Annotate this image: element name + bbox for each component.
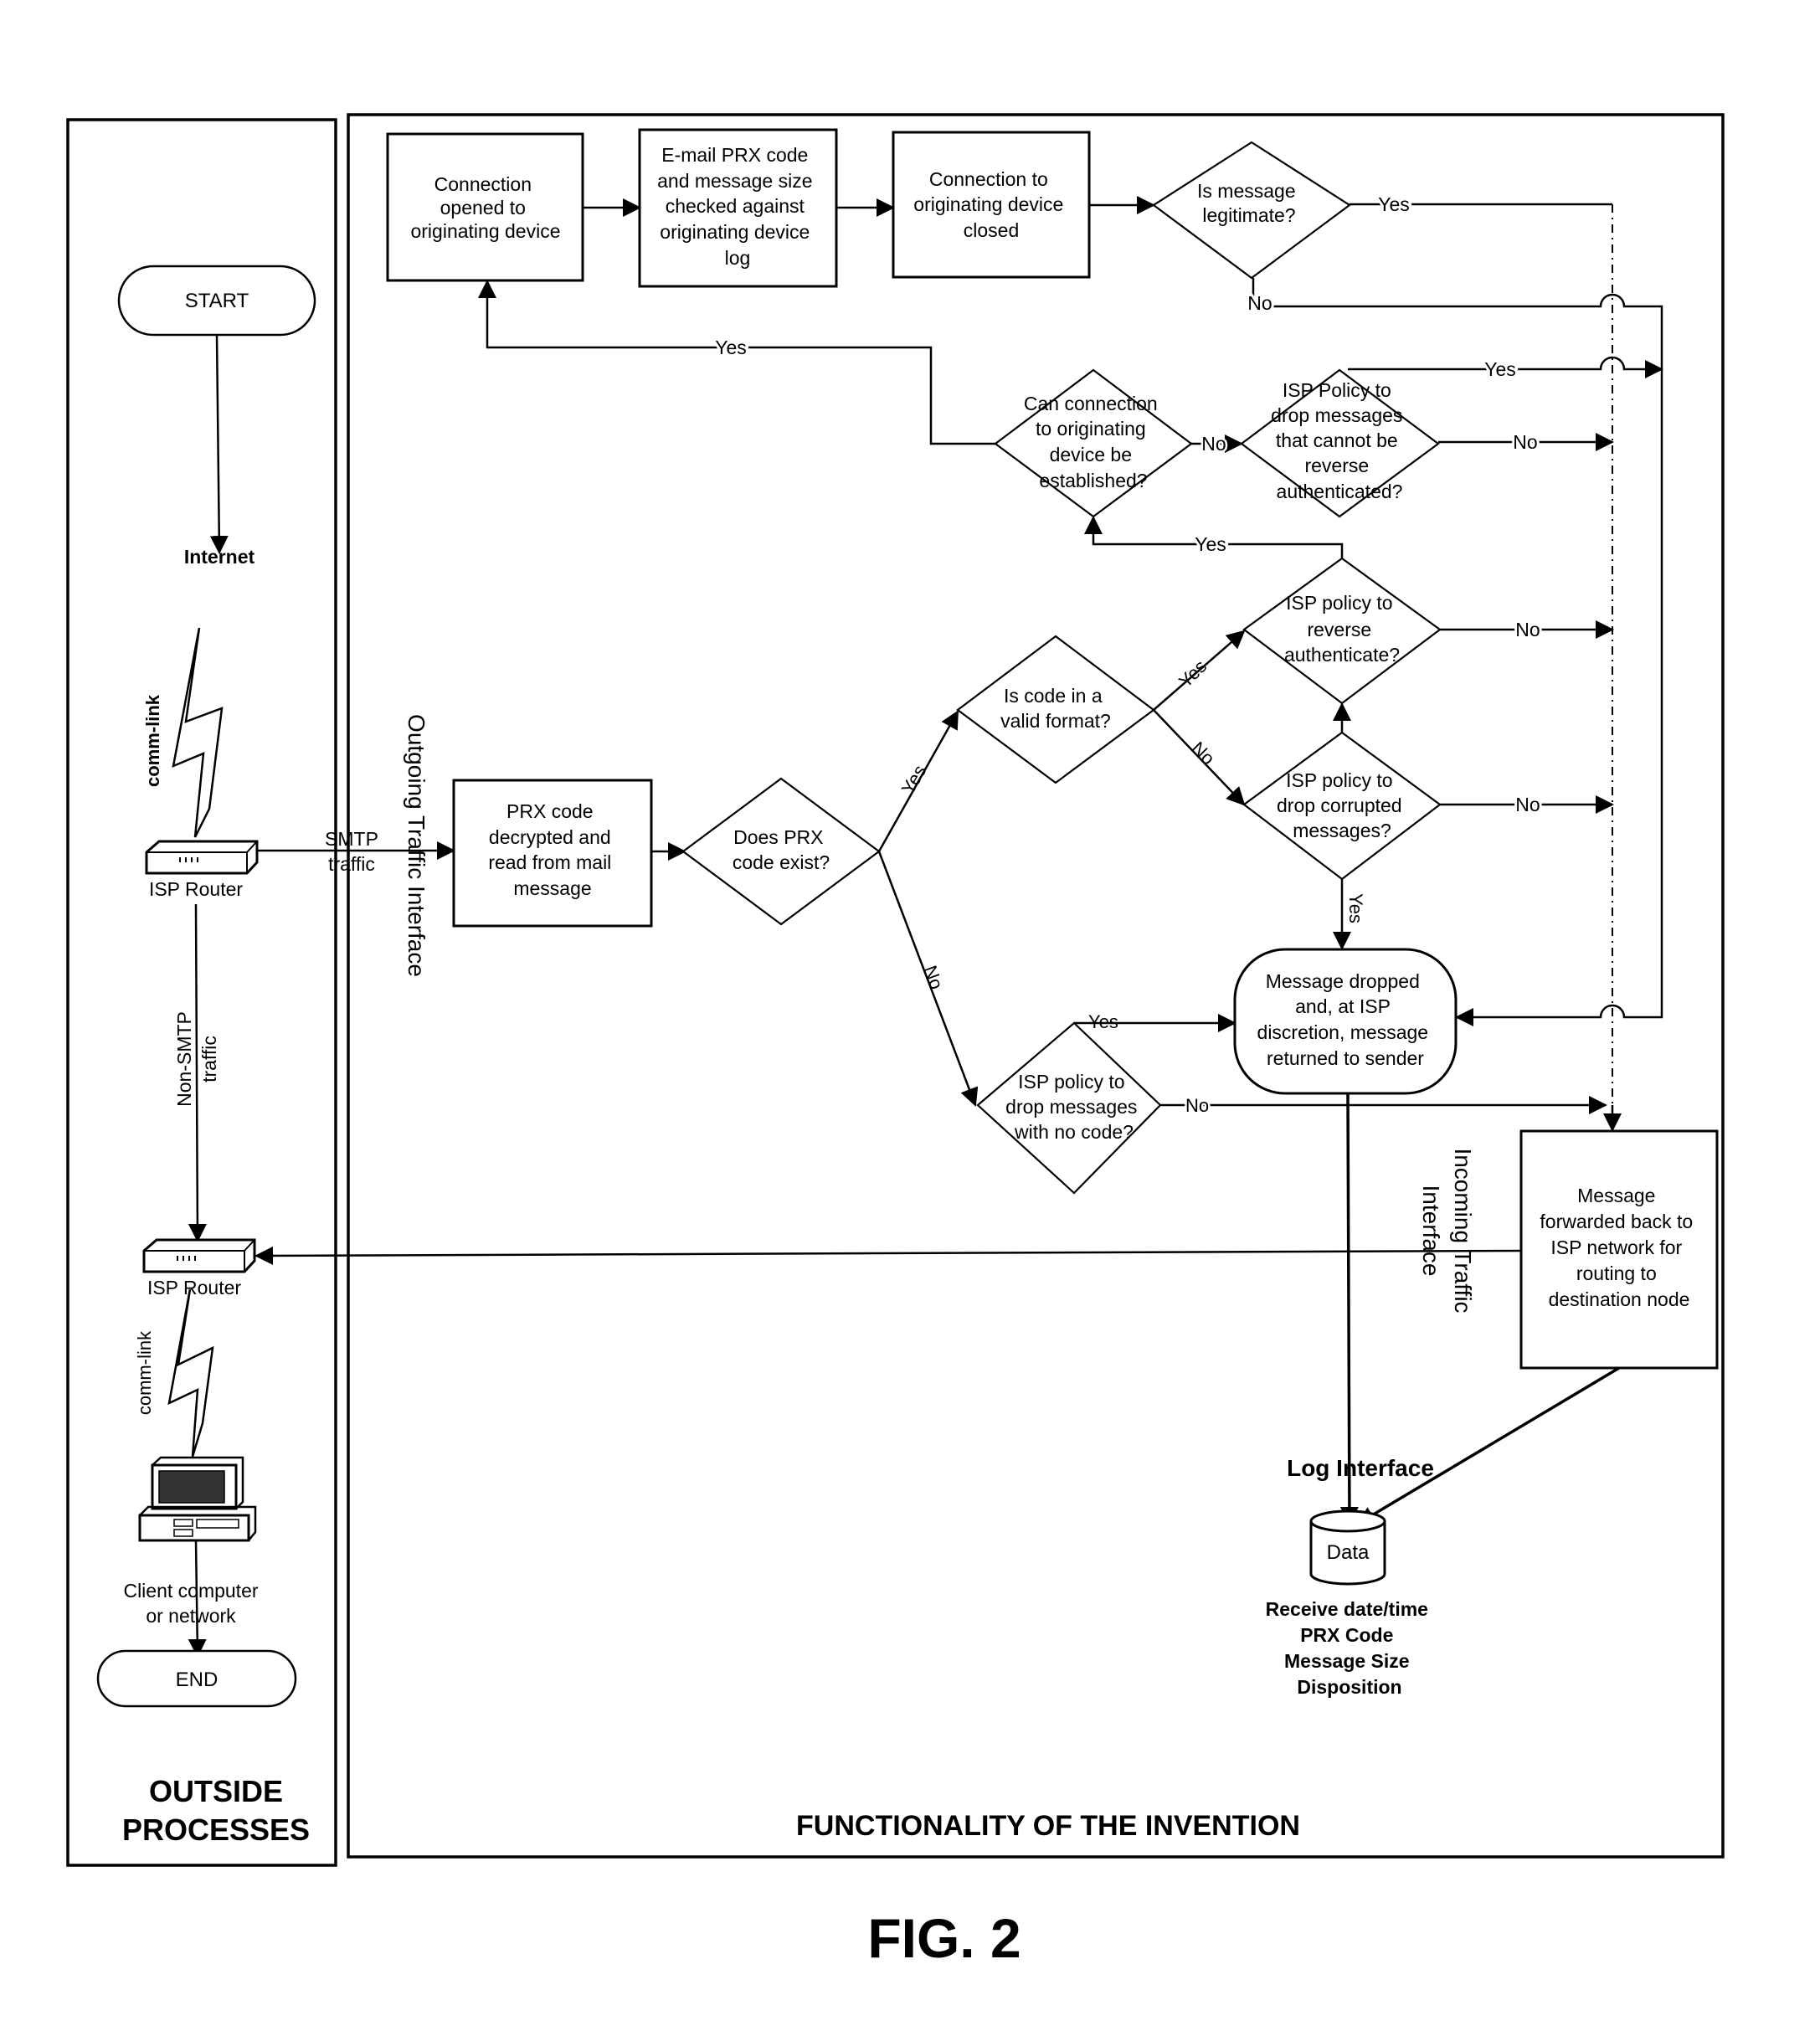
isp-router-bottom-icon [142, 1238, 256, 1273]
comm-link-bolt-bottom-icon [167, 1288, 214, 1458]
svg-text:ISP policy to drop messa: ISP policy to drop messages with no code… [1005, 1071, 1143, 1143]
prx-exist-yes-label: Yes [897, 761, 931, 798]
non-smtp-label-line2: traffic [198, 1036, 220, 1082]
incoming-interface-label-line1: Incoming Traffic [1450, 1148, 1476, 1313]
smtp-label-line1: SMTP [325, 828, 378, 850]
valid-format-no-label: No [1188, 738, 1220, 769]
decision-policy-drop-corrupt: ISP policy to drop corrupted messages? [1242, 731, 1442, 881]
non-smtp-label-line1: Non-SMTP [173, 1011, 195, 1107]
non-smtp-traffic-arrow [188, 903, 207, 1242]
flowchart-canvas: START Internet comm-link ISP Router SMTP… [66, 113, 1725, 1969]
no-code-no-label: No [1185, 1095, 1209, 1116]
isp-router-top-icon [145, 840, 259, 875]
outside-panel-title-line2: PROCESSES [122, 1813, 310, 1847]
legit-yes-label: Yes [1378, 193, 1410, 215]
policy-unauth-yes-label: Yes [1484, 358, 1516, 380]
reverse-auth-no-label: No [1515, 619, 1540, 640]
drop-corrupt-yes-label: Yes [1345, 893, 1366, 923]
can-connect-no-label: No [1201, 433, 1226, 455]
decision-can-connect: Can connection to originating device be … [994, 368, 1193, 518]
client-label-line1: Client computer [123, 1580, 258, 1602]
legit-no-label: No [1247, 292, 1272, 314]
start-terminator: START [117, 265, 316, 337]
comm-link-bottom-label: comm-link [134, 1330, 155, 1415]
isp-router-top-label: ISP Router [149, 878, 243, 900]
decision-policy-no-code: ISP policy to drop messages with no code… [976, 1021, 1162, 1195]
smtp-label-line2: traffic [328, 853, 375, 875]
client-to-end-arrow [188, 1540, 207, 1658]
reverse-auth-yes-label: Yes [1195, 533, 1226, 555]
outside-panel-title-line1: OUTSIDE [149, 1774, 283, 1808]
node-message-dropped: Message dropped and, at ISP discretion, … [1233, 948, 1458, 1095]
outside-processes-panel [66, 118, 337, 1867]
start-label: START [185, 290, 249, 312]
node-prx-decrypt: PRX code decrypted and read from mail me… [452, 779, 653, 928]
invention-panel [347, 113, 1725, 1859]
invention-panel-title: FUNCTIONALITY OF THE INVENTION [796, 1810, 1300, 1842]
svg-text:ISP Policy to drop messa: ISP Policy to drop messages that cannot … [1271, 379, 1408, 502]
decision-policy-reverse-auth: ISP policy to reverse authenticate? [1242, 557, 1442, 705]
can-connect-yes-label: Yes [715, 337, 747, 358]
policy-unauth-no-label: No [1513, 431, 1537, 453]
no-code-yes-label: Yes [1088, 1011, 1118, 1032]
log-interface-label: Log Interface [1287, 1455, 1434, 1481]
incoming-interface-label-line2: Interface [1418, 1185, 1444, 1277]
data-store-label: Data [1327, 1541, 1370, 1564]
decision-policy-drop-unauth: ISP Policy to drop messages that cannot … [1240, 368, 1440, 518]
forwarded-to-data-arrow [1356, 1366, 1620, 1525]
comm-link-bolt-icon [172, 627, 224, 838]
outgoing-interface-label: Outgoing Traffic Interface [404, 714, 429, 977]
drop-corrupt-no-label: No [1515, 794, 1540, 815]
log-fields: Receive date/time PRX Code Message Size … [1266, 1598, 1434, 1698]
node-connection-closed: Connection to originating device closed [892, 131, 1091, 279]
node-message-forwarded: Message forwarded back to ISP network fo… [1519, 1129, 1719, 1370]
end-terminator: END [96, 1649, 297, 1708]
decision-valid-format: Is code in a valid format? [956, 635, 1155, 784]
can-connect-yes-path [478, 280, 995, 445]
decision-prx-exist: Does PRX code exist? [681, 777, 881, 926]
forwarded-to-router-arrow [254, 1246, 1522, 1265]
client-label-line2: or network [146, 1605, 236, 1627]
decision-legitimate: Is message legitimate? [1152, 141, 1351, 280]
end-label: END [176, 1669, 219, 1691]
isp-router-bottom-label: ISP Router [147, 1277, 241, 1298]
internet-label: Internet [184, 546, 255, 568]
node-connection-opened: Connection opened to originating device [386, 132, 584, 282]
start-to-internet-arrow [209, 334, 229, 554]
figure-caption: FIG. 2 [867, 1907, 1021, 1969]
comm-link-top-label: comm-link [142, 694, 163, 787]
node-email-check: E-mail PRX code and message size checked… [638, 128, 838, 288]
client-computer-icon [138, 1456, 257, 1542]
svg-text:ISP policy to drop corru: ISP policy to drop corrupted messages? [1277, 769, 1407, 841]
